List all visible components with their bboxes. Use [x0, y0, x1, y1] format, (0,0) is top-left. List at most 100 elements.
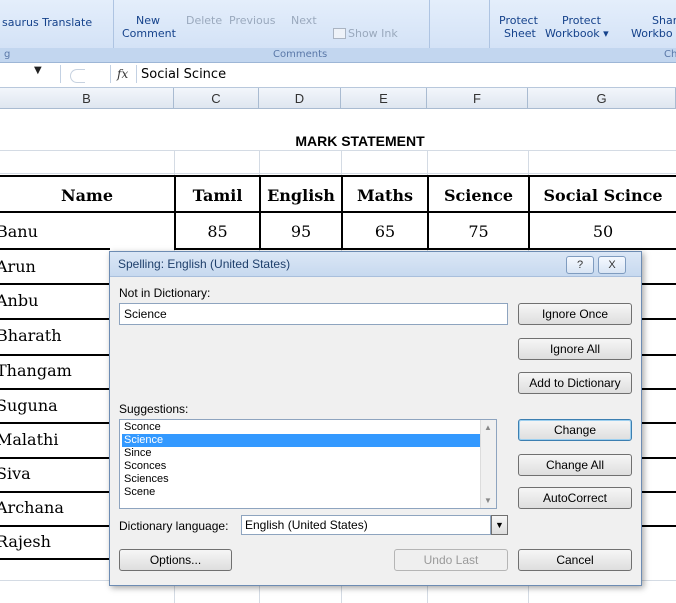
- formula-cancel-icon: [70, 69, 85, 83]
- name-cell[interactable]: Malathi: [0, 430, 58, 449]
- column-header-f[interactable]: F: [427, 88, 528, 109]
- name-cell[interactable]: Anbu: [0, 291, 38, 310]
- row-border: [0, 491, 110, 493]
- scroll-down-icon[interactable]: ▼: [484, 496, 492, 505]
- help-icon[interactable]: ?: [566, 256, 594, 274]
- row-border: [174, 248, 676, 250]
- formula-bar: ▼ fx Social Scince: [0, 63, 676, 88]
- suggestion-item-selected[interactable]: Science: [122, 434, 484, 447]
- suggestions-scrollbar[interactable]: ▲ ▼: [480, 420, 496, 508]
- scroll-up-icon[interactable]: ▲: [484, 423, 492, 432]
- mark-cell[interactable]: 65: [343, 222, 427, 241]
- name-box-dropdown-icon[interactable]: ▼: [34, 65, 42, 76]
- dialog-title-bar[interactable]: Spelling: English (United States) ? X: [110, 252, 641, 277]
- header-social-science[interactable]: Social Scince: [530, 186, 676, 205]
- row-border: [640, 318, 676, 320]
- share-workbook-label-1[interactable]: Share: [652, 14, 676, 27]
- previous-comment-button[interactable]: Previous: [229, 14, 276, 27]
- column-header-c[interactable]: C: [174, 88, 259, 109]
- proofing-group: saurus Translate g: [0, 0, 114, 62]
- column-header-e[interactable]: E: [341, 88, 427, 109]
- mark-cell[interactable]: 50: [530, 222, 676, 241]
- row-border: [640, 283, 676, 285]
- translate-button[interactable]: saurus Translate: [2, 16, 92, 29]
- row-border: [0, 283, 110, 285]
- row-border: [640, 525, 676, 527]
- ignore-once-button[interactable]: Ignore Once: [518, 303, 632, 325]
- row-border: [640, 354, 676, 356]
- column-header-b[interactable]: B: [0, 88, 174, 109]
- header-science[interactable]: Science: [429, 186, 528, 205]
- mark-cell[interactable]: 75: [429, 222, 528, 241]
- dictionary-language-label: Dictionary language:: [119, 519, 229, 533]
- header-maths[interactable]: Maths: [343, 186, 427, 205]
- row-border: [0, 388, 110, 390]
- name-box[interactable]: ▼: [0, 65, 61, 83]
- ignore-all-button[interactable]: Ignore All: [518, 338, 632, 360]
- cancel-button[interactable]: Cancel: [518, 549, 632, 571]
- proofing-group-label: g: [4, 49, 11, 60]
- fx-icon[interactable]: fx: [117, 67, 128, 81]
- dropdown-arrow-icon: ▾: [603, 27, 609, 40]
- name-cell[interactable]: Banu: [0, 222, 38, 241]
- name-cell[interactable]: Arun: [0, 257, 36, 276]
- column-header-g[interactable]: G: [528, 88, 676, 109]
- name-cell[interactable]: Thangam: [0, 361, 72, 380]
- show-ink-icon: [333, 28, 346, 39]
- header-english[interactable]: English: [261, 186, 341, 205]
- row-border: [0, 318, 110, 320]
- add-to-dictionary-button[interactable]: Add to Dictionary: [518, 372, 632, 394]
- mark-cell[interactable]: 85: [176, 222, 259, 241]
- row-border: [0, 422, 110, 424]
- spelling-dialog: Spelling: English (United States) ? X No…: [109, 251, 642, 586]
- column-header-d[interactable]: D: [259, 88, 341, 109]
- name-cell[interactable]: Suguna: [0, 396, 58, 415]
- header-tamil[interactable]: Tamil: [176, 186, 259, 205]
- next-comment-button[interactable]: Next: [291, 14, 317, 27]
- autocorrect-button[interactable]: AutoCorrect: [518, 487, 632, 509]
- mark-cell[interactable]: 95: [261, 222, 341, 241]
- sheet-title[interactable]: MARK STATEMENT: [250, 133, 470, 149]
- protect-workbook-label-1[interactable]: Protect: [562, 14, 601, 27]
- change-all-button[interactable]: Change All: [518, 454, 632, 476]
- change-button[interactable]: Change: [518, 419, 632, 441]
- protect-sheet-button[interactable]: Sheet: [504, 27, 536, 40]
- row-border: [0, 248, 110, 250]
- suggestion-item[interactable]: Sciences: [122, 473, 484, 486]
- suggestion-item[interactable]: Scene: [122, 486, 484, 499]
- row-border: [0, 457, 110, 459]
- options-button[interactable]: Options...: [119, 549, 232, 571]
- new-comment-button[interactable]: New: [136, 14, 160, 27]
- protect-workbook-button[interactable]: Workbook ▾: [545, 27, 609, 40]
- delete-comment-button[interactable]: Delete: [186, 14, 222, 27]
- changes-group: Protect Sheet Protect Workbook ▾ Share W…: [489, 0, 676, 62]
- name-cell[interactable]: Rajesh: [0, 532, 51, 551]
- suggestions-list[interactable]: Sconce Science Since Sconces Sciences Sc…: [119, 419, 497, 509]
- show-ink-button[interactable]: Show Ink: [348, 27, 398, 40]
- close-icon[interactable]: X: [598, 256, 626, 274]
- comments-group-label: Comments: [273, 49, 328, 60]
- new-comment-label-2: Comment: [122, 27, 176, 40]
- row-border: [0, 558, 110, 560]
- new-comment-label-1: New: [136, 14, 160, 27]
- header-bottom-border: [0, 211, 676, 213]
- undo-last-button[interactable]: Undo Last: [394, 549, 508, 571]
- name-cell[interactable]: Bharath: [0, 326, 62, 345]
- chevron-down-icon[interactable]: ▼: [491, 515, 508, 535]
- suggestion-item[interactable]: Sconces: [122, 460, 484, 473]
- name-cell[interactable]: Archana: [0, 498, 64, 517]
- formula-divider-2: [136, 65, 137, 83]
- suggestion-item[interactable]: Sconce: [122, 421, 484, 434]
- share-workbook-button[interactable]: Workbo: [631, 27, 673, 40]
- suggestion-item[interactable]: Since: [122, 447, 484, 460]
- name-cell[interactable]: Siva: [0, 464, 31, 483]
- row-border: [0, 354, 110, 356]
- formula-input[interactable]: Social Scince: [141, 67, 226, 82]
- protect-sheet-label-1[interactable]: Protect: [499, 14, 538, 27]
- header-top-border: [0, 175, 676, 177]
- row-border: [640, 422, 676, 424]
- header-name[interactable]: Name: [0, 186, 174, 205]
- row-border: [640, 457, 676, 459]
- not-in-dictionary-field[interactable]: Science: [119, 303, 508, 325]
- dictionary-language-select[interactable]: English (United States): [241, 515, 491, 535]
